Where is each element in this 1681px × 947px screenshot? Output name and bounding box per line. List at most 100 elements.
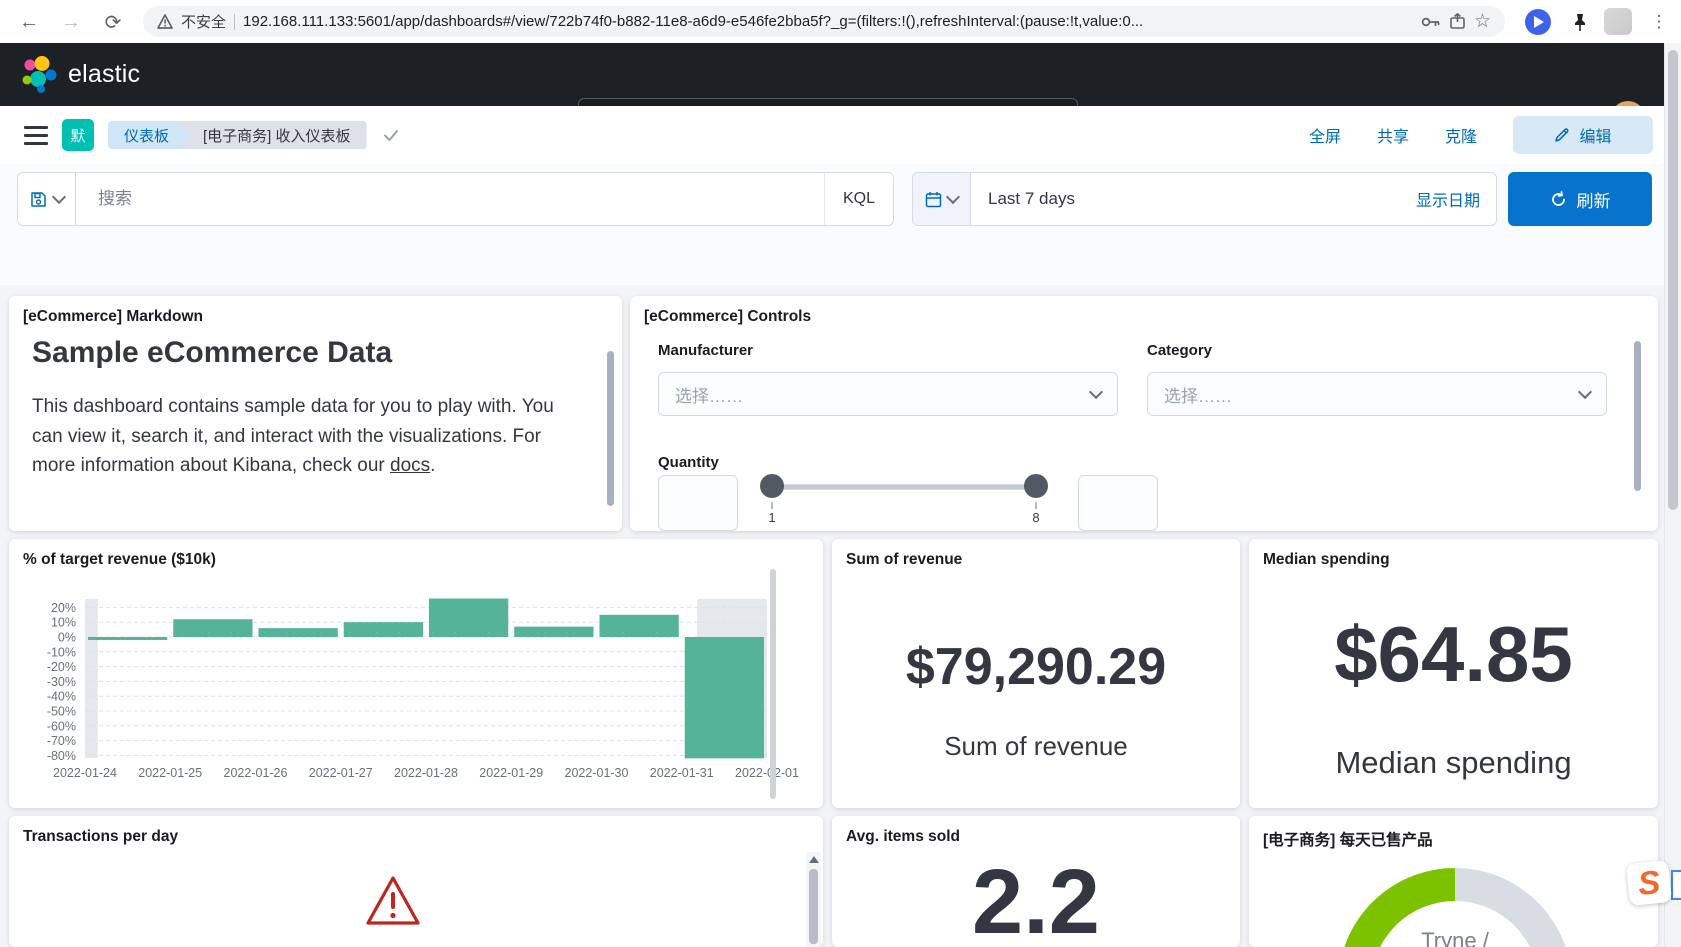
svg-text:20%: 20%: [51, 601, 76, 615]
url-text: 192.168.111.133:5601/app/dashboards#/vie…: [243, 13, 1144, 30]
manufacturer-select[interactable]: 选择……: [658, 372, 1118, 416]
svg-text:-20%: -20%: [47, 660, 76, 674]
chart-panel-scrollbar[interactable]: [770, 569, 776, 799]
category-label: Category: [1147, 342, 1213, 359]
address-separator: [234, 13, 236, 30]
panel-title: Median spending: [1263, 551, 1390, 568]
panel-title: % of target revenue ($10k): [23, 551, 216, 568]
markdown-body: This dashboard contains sample data for …: [32, 396, 554, 477]
panel-products-sold-per-day: [电子商务] 每天已售产品 Tryne /: [1249, 816, 1658, 947]
query-input[interactable]: [76, 189, 824, 209]
quantity-slider-handle-max[interactable]: [1024, 474, 1048, 498]
breadcrumb-current: [电子商务] 收入仪表板: [179, 121, 367, 149]
markdown-heading: Sample eCommerce Data: [32, 336, 393, 369]
date-quick-menu[interactable]: [913, 173, 971, 225]
fullscreen-button[interactable]: 全屏: [1309, 123, 1341, 147]
page-scrollbar[interactable]: [1664, 43, 1681, 947]
quantity-label: Quantity: [658, 454, 719, 471]
capture-tool-logo[interactable]: S: [1625, 859, 1673, 907]
quantity-min-input[interactable]: [658, 475, 738, 531]
svg-text:2022-01-31: 2022-01-31: [650, 766, 714, 780]
svg-text:2022-01-30: 2022-01-30: [565, 766, 629, 780]
security-label: 不安全: [181, 14, 227, 31]
markdown-panel-scrollbar[interactable]: [607, 351, 614, 506]
panel-title: [eCommerce] Markdown: [23, 308, 204, 325]
manufacturer-label: Manufacturer: [658, 342, 754, 359]
profile-avatar-blurred[interactable]: [1604, 8, 1632, 35]
svg-text:2022-01-24: 2022-01-24: [53, 766, 117, 780]
sum-of-revenue-label: Sum of revenue: [944, 731, 1128, 761]
median-spending-label: Median spending: [1335, 745, 1572, 780]
panel-ecommerce-controls: [eCommerce] Controls Manufacturer 选择…… C…: [630, 296, 1658, 531]
kql-language-button[interactable]: KQL: [823, 173, 893, 225]
manufacturer-placeholder: 选择……: [675, 386, 743, 406]
chevron-down-icon: [51, 189, 66, 205]
pencil-icon: [1555, 128, 1569, 142]
brand-name: elastic: [68, 60, 141, 88]
extension-play-icon[interactable]: [1524, 8, 1551, 35]
median-spending-value: $64.85: [1334, 610, 1573, 698]
panel-target-revenue: % of target revenue ($10k) 20% 10% 0% -10% -…: [9, 539, 823, 808]
calendar-icon: [925, 191, 942, 207]
bookmark-star-icon[interactable]: ☆: [1474, 10, 1491, 33]
query-area: KQL Last 7 days 显示日期 刷新: [0, 164, 1681, 429]
panel-title: [eCommerce] Controls: [644, 308, 812, 325]
quantity-max-input[interactable]: [1078, 475, 1158, 531]
sum-of-revenue-value: $79,290.29: [905, 638, 1167, 696]
svg-text:-40%: -40%: [47, 690, 76, 704]
clone-button[interactable]: 克隆: [1445, 123, 1477, 147]
space-badge[interactable]: 默: [62, 119, 94, 151]
page-scrollbar-thumb[interactable]: [1668, 50, 1678, 510]
svg-text:2022-01-26: 2022-01-26: [224, 766, 288, 780]
elastic-home-link[interactable]: elastic: [18, 43, 140, 106]
avg-items-sold-value: 2.2: [972, 851, 1100, 947]
refresh-button[interactable]: 刷新: [1508, 172, 1652, 226]
share-icon[interactable]: [1449, 13, 1466, 30]
share-button[interactable]: 共享: [1377, 123, 1409, 147]
svg-text:-80%: -80%: [47, 749, 76, 763]
svg-text:2022-01-27: 2022-01-27: [309, 766, 373, 780]
dashboard-toolbar: 默 仪表板 [电子商务] 收入仪表板 全屏 共享 克隆 编辑: [0, 106, 1681, 165]
svg-text:2022-02-01: 2022-02-01: [735, 766, 799, 780]
browser-forward-icon[interactable]: →: [56, 7, 86, 37]
saved-query-menu[interactable]: [18, 173, 76, 225]
chevron-down-icon: [1088, 384, 1104, 400]
password-key-icon[interactable]: [1421, 16, 1441, 28]
error-warning-triangle-icon: [366, 876, 420, 925]
browser-back-icon[interactable]: ←: [14, 7, 44, 37]
slider-tick: [771, 502, 773, 509]
category-placeholder: 选择……: [1164, 386, 1232, 406]
transactions-panel-scrollbar[interactable]: [806, 852, 821, 947]
time-range-value[interactable]: Last 7 days: [971, 189, 1416, 209]
docs-link[interactable]: docs: [390, 455, 430, 476]
breadcrumb-dashboards[interactable]: 仪表板: [108, 121, 191, 149]
edit-button[interactable]: 编辑: [1513, 116, 1653, 154]
scrollbar-thumb[interactable]: [809, 869, 818, 944]
browser-menu-icon[interactable]: ⋮: [1644, 7, 1674, 37]
address-bar[interactable]: 不安全 192.168.111.133:5601/app/dashboards#…: [143, 6, 1505, 37]
chevron-down-icon: [945, 189, 961, 205]
quantity-slider-handle-min[interactable]: [760, 474, 784, 498]
quantity-slider-range: [772, 485, 1035, 489]
capture-tooltip-edge: [1671, 870, 1681, 900]
slider-tick: [1035, 502, 1037, 509]
panel-sum-of-revenue: Sum of revenue $79,290.29 Sum of revenue: [832, 539, 1240, 808]
category-select[interactable]: 选择……: [1147, 372, 1607, 416]
saved-check-icon: [383, 130, 398, 141]
svg-text:-50%: -50%: [47, 705, 76, 719]
svg-text:2022-01-25: 2022-01-25: [138, 766, 202, 780]
pin-extension-icon[interactable]: [1566, 8, 1593, 35]
scroll-up-icon[interactable]: [808, 856, 819, 863]
show-dates-button[interactable]: 显示日期: [1416, 187, 1496, 211]
edit-button-label: 编辑: [1579, 129, 1612, 146]
svg-text:0%: 0%: [58, 631, 76, 645]
panel-median-spending: Median spending $64.85 Median spending: [1249, 539, 1658, 808]
browser-toolbar: ← → ⟳ 不安全 192.168.111.133:5601/app/dashb…: [0, 0, 1681, 44]
save-icon: [30, 191, 46, 207]
browser-reload-icon[interactable]: ⟳: [98, 7, 128, 37]
svg-text:2022-01-29: 2022-01-29: [479, 766, 543, 780]
menu-icon[interactable]: [24, 125, 48, 145]
slider-min-value: 1: [768, 510, 776, 525]
controls-panel-scrollbar[interactable]: [1634, 341, 1641, 491]
svg-text:-70%: -70%: [47, 734, 76, 748]
